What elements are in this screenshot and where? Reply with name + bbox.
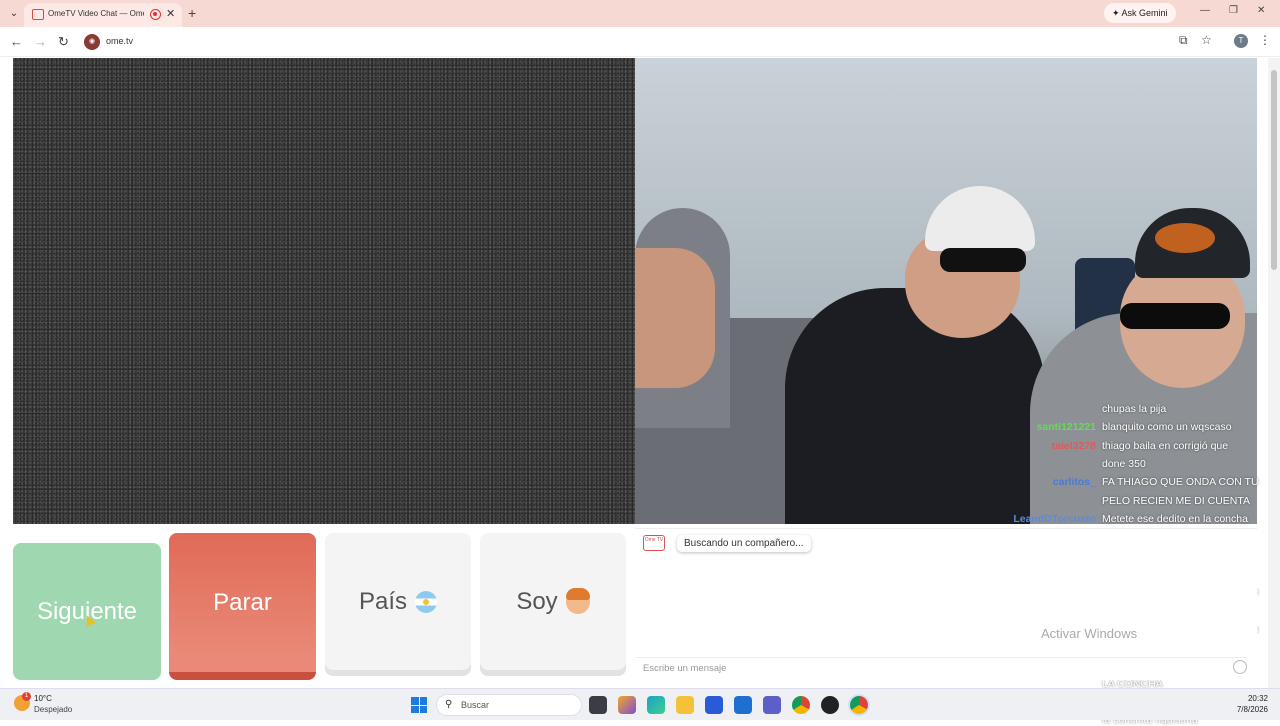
person-center-sunglasses [940, 248, 1026, 272]
forward-icon[interactable]: → [34, 34, 47, 49]
copilot-icon[interactable] [618, 696, 636, 714]
chat-panel: Ome TV Buscando un compañero... Escribe … [635, 528, 1257, 680]
profile-avatar[interactable]: T [1234, 34, 1248, 48]
stop-button-label: Parar [213, 588, 272, 616]
back-icon[interactable]: ← [10, 34, 23, 49]
bookmark-star-icon[interactable]: ☆ [1201, 33, 1212, 47]
overlay-chat-message: Metete ese dedito en la concha [1102, 513, 1248, 525]
argentina-flag-icon [415, 590, 438, 613]
task-view-icon[interactable] [589, 696, 607, 714]
chrome-active-icon[interactable] [850, 696, 868, 714]
windows-start-icon[interactable] [411, 697, 427, 713]
search-icon: ⚲ [445, 699, 453, 710]
windows-taskbar: 1 10°C Despejado ⚲ Buscar 20:32 7/8/2026 [0, 688, 1280, 720]
tv-favicon-icon [32, 9, 44, 20]
weather-badge: 1 [22, 692, 31, 701]
ask-gemini-button[interactable]: ✦ Ask Gemini [1104, 3, 1176, 23]
overlay-chat-username[interactable]: carlitos_ [1053, 476, 1096, 488]
person-left-face [635, 248, 715, 388]
ometv-logo: Ome TV [643, 535, 665, 551]
message-input[interactable]: Escribe un mensaje [635, 657, 1247, 679]
overlay-chat-message: thiago baila en corrigió que [1102, 440, 1229, 452]
country-button[interactable]: País [325, 533, 471, 670]
person-center-body [785, 288, 1045, 524]
overlay-chat-message: PELO RECIEN ME DI CUENTA [1102, 495, 1250, 507]
chrome-icon[interactable] [792, 696, 810, 714]
search-placeholder: Buscar [461, 700, 490, 710]
url-text: ome.tv [106, 36, 134, 46]
overlay-chat-username[interactable]: santi121221 [1036, 421, 1096, 433]
stop-button[interactable]: Parar [169, 533, 316, 680]
file-explorer-icon[interactable] [676, 696, 694, 714]
reload-icon[interactable]: ↻ [58, 34, 69, 50]
own-video-feed [13, 58, 635, 524]
obs-icon[interactable] [821, 696, 839, 714]
taskbar-search[interactable]: ⚲ Buscar [436, 694, 582, 716]
recording-icon [150, 9, 161, 20]
weather-temperature: 10°C [34, 694, 52, 703]
overlay-chat-message: blanquito como un wqscaso [1102, 421, 1232, 433]
scroll-thumb[interactable] [1271, 70, 1277, 270]
emoji-icon[interactable] [1233, 660, 1247, 674]
edge-icon[interactable] [647, 696, 665, 714]
close-tab-icon[interactable]: ✕ [166, 7, 175, 20]
navigation-bar: ← → ↻ ◉ ome.tv ⧉ ☆ ⋮ [0, 27, 1280, 57]
country-button-label: País [358, 587, 408, 615]
person-center-cap [925, 186, 1035, 251]
minimize-icon[interactable]: — [1200, 5, 1210, 16]
partner-video-feed [635, 58, 1257, 524]
status-message: Buscando un compañero... [677, 535, 811, 552]
next-button[interactable]: Siguiente [13, 543, 161, 680]
cap-logo [1155, 223, 1215, 253]
activate-windows-watermark: Activar Windows [1041, 626, 1138, 641]
overlay-chat-message: FA THIAGO QUE ONDA CON TU [1102, 476, 1259, 488]
browser-tab[interactable]: OmeTV Video Chat — Omegle ✕ [24, 3, 182, 27]
restore-icon[interactable]: ❐ [1229, 5, 1238, 16]
tab-strip: ⌄ OmeTV Video Chat — Omegle ✕ + ✦ Ask Ge… [0, 0, 1280, 27]
gender-button-label: Soy [516, 587, 558, 615]
clock-date: 7/8/2026 [1236, 705, 1268, 714]
overlay-chat-username[interactable]: LeandDTorcuato [1013, 513, 1096, 525]
clock-time: 20:32 [1247, 694, 1268, 703]
outlook-icon[interactable] [734, 696, 752, 714]
tab-title: OmeTV Video Chat — Omegle [48, 9, 144, 18]
overlay-chat-message: done 350 [1102, 458, 1146, 470]
address-bar[interactable]: ◉ ome.tv [80, 31, 1220, 53]
overlay-chat-message: chupas la pija [1102, 403, 1167, 415]
gender-button[interactable]: Soy [480, 533, 626, 670]
close-window-icon[interactable]: ✕ [1257, 5, 1265, 16]
install-app-icon[interactable]: ⧉ [1179, 33, 1188, 48]
new-tab-button[interactable]: + [188, 5, 196, 21]
page-scrollbar[interactable] [1268, 58, 1280, 688]
weather-description: Despejado [34, 705, 73, 714]
teams-icon[interactable] [763, 696, 781, 714]
tab-search-menu-icon[interactable]: ⌄ [6, 6, 22, 22]
store-icon[interactable] [705, 696, 723, 714]
site-info-icon[interactable]: ◉ [84, 34, 100, 50]
overlay-chat-username[interactable]: taiel3278 [1052, 440, 1096, 452]
ask-gemini-label: Ask Gemini [1121, 8, 1168, 18]
person-right-sunglasses [1120, 303, 1230, 329]
boy-avatar-icon [565, 587, 590, 614]
more-menu-icon[interactable]: ⋮ [1259, 33, 1271, 47]
gemini-sparkle-icon: ✦ [1112, 8, 1122, 18]
